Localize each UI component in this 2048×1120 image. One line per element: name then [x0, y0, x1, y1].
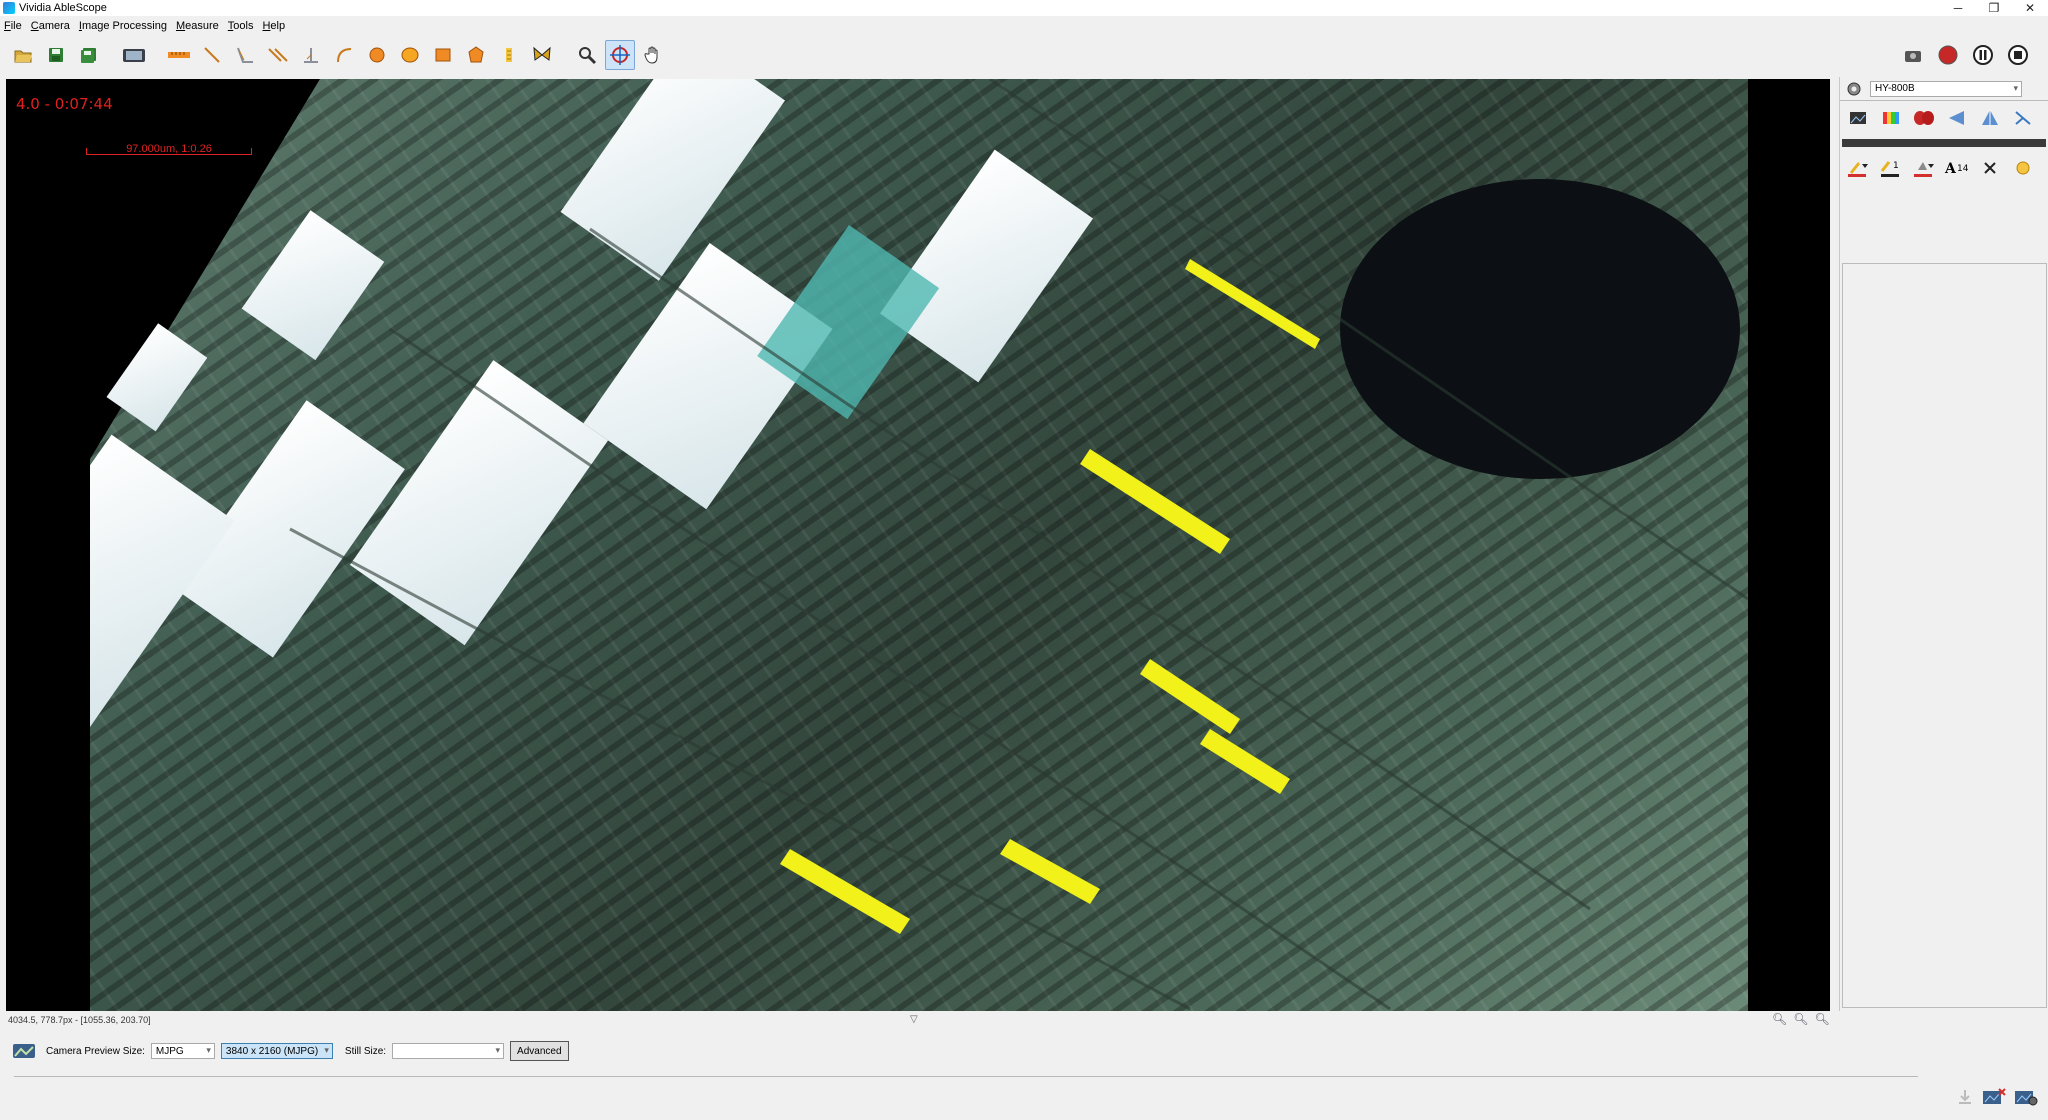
record-icon[interactable] [1933, 40, 1963, 70]
still-size-label: Still Size: [344, 1045, 387, 1057]
save-icon[interactable] [41, 40, 71, 70]
camera-settings-icon[interactable] [1898, 40, 1928, 70]
scale-bar-label: 97.000um, 1:0.26 [126, 143, 212, 155]
svg-text:A: A [1944, 161, 1957, 177]
restore-button[interactable]: ❐ [1976, 0, 2012, 16]
save-all-icon[interactable] [74, 40, 104, 70]
camera-select[interactable]: HY-800B ▾ [1870, 80, 2022, 97]
stop-icon[interactable] [2003, 40, 2033, 70]
menu-image-processing[interactable]: Image Processing [79, 20, 167, 32]
chevron-down-icon: ▾ [206, 1045, 211, 1055]
brightness-icon[interactable] [2009, 154, 2037, 182]
advanced-button[interactable]: Advanced [510, 1041, 569, 1061]
timestamp-label: 4.0 - 0:07:44 [16, 95, 113, 113]
camera-selector-row: HY-800B ▾ [1840, 77, 2048, 101]
main-toolbar [0, 38, 2048, 72]
line-width-label: 1 [1893, 161, 1899, 171]
image-viewport[interactable]: 4.0 - 0:07:44 97.000um, 1:0.26 [6, 79, 1830, 1011]
zoom-controls: 🔍︎ 🔍︎ 🔍︎ [1772, 1012, 1836, 1026]
pan-icon[interactable] [638, 40, 668, 70]
annotation-tools-row: 1 A 14 [1840, 151, 2048, 185]
minimize-button[interactable]: ─ [1940, 0, 1976, 16]
zoom-out-icon[interactable]: 🔍︎ [1772, 1012, 1787, 1026]
fill-color-icon[interactable] [1910, 154, 1938, 182]
angle-icon[interactable] [230, 40, 260, 70]
resolution-select[interactable]: 3840 x 2160 (MJPG) ▾ [220, 1043, 333, 1059]
open-icon[interactable] [8, 40, 38, 70]
parallel-icon[interactable] [263, 40, 293, 70]
close-button[interactable]: ✕ [2012, 0, 2048, 16]
scale-bar[interactable]: 97.000um, 1:0.26 [86, 143, 252, 155]
preview-size-label: Camera Preview Size: [46, 1045, 145, 1057]
font-size-icon[interactable]: A 14 [1943, 154, 1971, 182]
right-panel: HY-800B ▾ 1 A 14 [1839, 77, 2048, 1011]
chip-die-image [90, 79, 1748, 1011]
ellipse-icon[interactable] [395, 40, 425, 70]
divider [14, 1076, 1918, 1077]
menu-file[interactable]: File [4, 20, 22, 32]
menu-tools[interactable]: Tools [228, 20, 254, 32]
crosshair-icon[interactable] [605, 40, 635, 70]
window-title: Vividia AbleScope [19, 2, 107, 14]
arc-icon[interactable] [329, 40, 359, 70]
preview-settings-icon[interactable] [12, 1042, 36, 1060]
flip-horizontal-icon[interactable] [1943, 104, 1971, 132]
chevron-down-icon: ▾ [495, 1045, 501, 1055]
zoom-fit-icon[interactable]: 🔍︎ [1814, 1012, 1829, 1026]
image-settings-icon[interactable] [2014, 1088, 2038, 1109]
microscope-image [90, 79, 1748, 1011]
pen-color-icon[interactable] [1844, 154, 1872, 182]
circle-icon[interactable] [362, 40, 392, 70]
menu-measure[interactable]: Measure [176, 20, 219, 32]
pause-icon[interactable] [1968, 40, 1998, 70]
annotation-list-panel[interactable] [1842, 263, 2047, 1008]
menu-camera[interactable]: Camera [31, 20, 70, 32]
snapshot-icon[interactable] [119, 40, 149, 70]
chevron-down-icon: ▾ [2013, 82, 2018, 93]
chevron-down-icon: ▾ [324, 1045, 329, 1055]
delete-image-icon[interactable] [1982, 1088, 2006, 1109]
coordinates-readout: 4034.5, 778.7px - [1055.36, 203.70] [8, 1015, 151, 1025]
font-size-label: 14 [1957, 164, 1969, 174]
zoom-icon[interactable] [572, 40, 602, 70]
title-bar: Vividia AbleScope ─ ❐ ✕ [0, 0, 2048, 16]
image-tools-row [1840, 101, 2048, 135]
bottom-right-tools [1948, 1088, 2038, 1109]
menu-bar: File Camera Image Processing Measure Too… [0, 16, 2048, 35]
app-icon [3, 2, 15, 14]
window-controls: ─ ❐ ✕ [1940, 0, 2048, 16]
panel-divider [1842, 139, 2046, 147]
still-size-select[interactable]: ▾ [392, 1043, 505, 1059]
download-icon[interactable] [1956, 1088, 1974, 1109]
rectangle-icon[interactable] [428, 40, 458, 70]
zoom-in-icon[interactable]: 🔍︎ [1793, 1012, 1808, 1026]
ruler-icon[interactable] [164, 40, 194, 70]
line-icon[interactable] [197, 40, 227, 70]
camera-icon [1847, 82, 1861, 95]
counter-icon[interactable] [494, 40, 524, 70]
menu-help[interactable]: Help [262, 20, 285, 32]
rotate-icon[interactable] [2009, 104, 2037, 132]
line-width-icon[interactable]: 1 [1877, 154, 1905, 182]
effects-icon[interactable] [1910, 104, 1938, 132]
butterfly-icon[interactable] [527, 40, 557, 70]
capture-controls [1898, 38, 2038, 72]
collapse-arrow-icon[interactable]: ▽ [910, 1014, 918, 1025]
format-select[interactable]: MJPG ▾ [150, 1043, 215, 1059]
clear-icon[interactable] [1976, 154, 2004, 182]
polygon-icon[interactable] [461, 40, 491, 70]
perpendicular-icon[interactable] [296, 40, 326, 70]
preview-settings-bar: Camera Preview Size: MJPG ▾ 3840 x 2160 … [0, 1038, 2048, 1064]
image-icon[interactable] [1844, 104, 1872, 132]
flip-vertical-icon[interactable] [1976, 104, 2004, 132]
color-icon[interactable] [1877, 104, 1905, 132]
